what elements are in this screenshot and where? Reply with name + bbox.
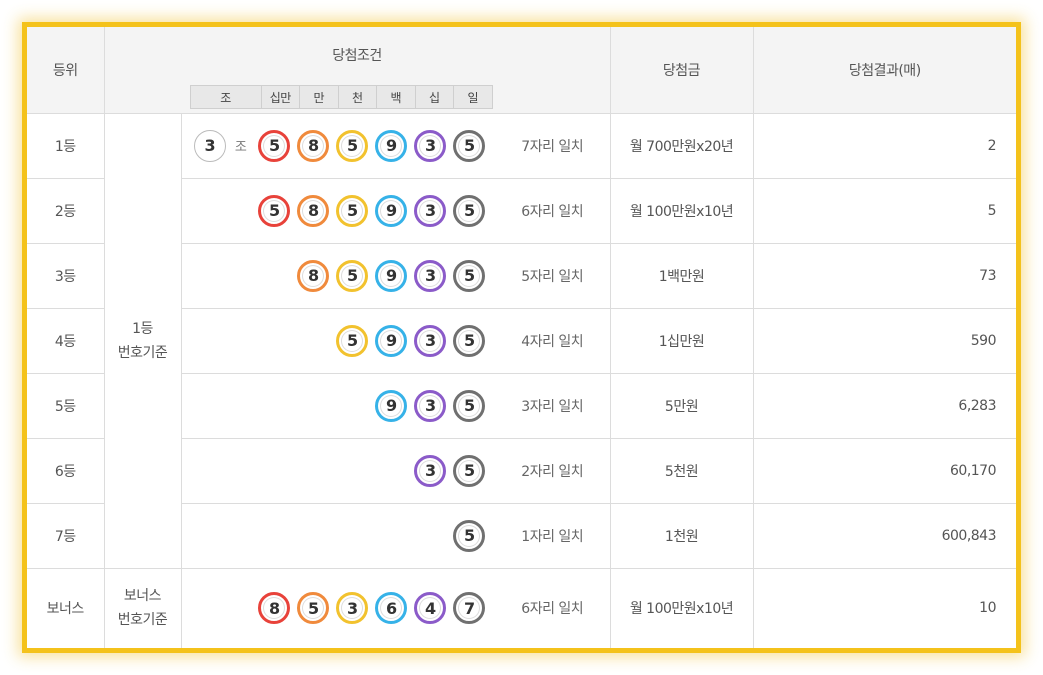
result-row: 1등 1등 번호기준 3 조 5 8 5 9 3 5 7자리 일치 월 700만원x20년 2 [27, 112, 1016, 569]
match-text: 7자리 일치 [521, 138, 584, 155]
count-cell: 590 [752, 307, 1016, 374]
unit-1: 일 [453, 86, 492, 108]
number-ball: 5 [453, 129, 486, 162]
rank-cell: 6등 [27, 437, 105, 504]
number-ball: 3 [414, 194, 447, 227]
match-text: 6자리 일치 [521, 601, 584, 618]
prize-cell: 1십만원 [609, 307, 754, 374]
number-ball: 9 [375, 194, 408, 227]
jo-ball: 3 [193, 129, 226, 162]
number-ball: 5 [453, 519, 486, 552]
count-cell: 2 [752, 112, 1016, 179]
header-prize: 당첨금 [609, 27, 754, 114]
number-ball: 3 [414, 454, 447, 487]
number-ball: 9 [375, 324, 408, 357]
lottery-result-frame: 등위 당첨조건 조 십만 만 천 백 십 일 당첨금 당첨결과(매) 1등 1등… [22, 22, 1021, 653]
unit-10: 십 [414, 86, 454, 108]
number-ball: 9 [375, 389, 408, 422]
count-cell: 60,170 [752, 437, 1016, 504]
unit-100: 백 [376, 86, 415, 108]
number-ball: 5 [453, 389, 486, 422]
prize-cell: 5천원 [609, 437, 754, 504]
match-text: 3자리 일치 [521, 398, 584, 415]
number-ball: 5 [453, 324, 486, 357]
header-condition-title: 당첨조건 [332, 48, 382, 64]
number-ball: 5 [336, 324, 369, 357]
prize-cell: 1천원 [609, 502, 754, 569]
number-ball: 5 [336, 129, 369, 162]
bonus-row: 보너스 보너스 번호기준 8 5 3 6 4 7 6자리 일치 월 100만원x10년 10 [27, 567, 1016, 648]
number-ball: 3 [414, 389, 447, 422]
bonus-count-cell: 10 [752, 567, 1016, 648]
count-cell: 5 [752, 177, 1016, 244]
table-header-row: 등위 당첨조건 조 십만 만 천 백 십 일 당첨금 당첨결과(매) [27, 27, 1016, 114]
number-ball: 3 [414, 259, 447, 292]
number-ball: 9 [375, 129, 408, 162]
unit-100k: 십만 [260, 86, 300, 108]
number-ball: 5 [258, 129, 291, 162]
header-condition: 당첨조건 조 십만 만 천 백 십 일 [103, 27, 611, 114]
number-ball: 5 [297, 592, 330, 625]
header-count: 당첨결과(매) [752, 27, 1016, 114]
header-rank: 등위 [27, 27, 105, 114]
rank-cell: 3등 [27, 242, 105, 309]
number-ball: 8 [297, 259, 330, 292]
bonus-rank-cell: 보너스 [27, 567, 105, 648]
balls-cell: 3 조 5 8 5 9 3 5 7자리 일치 [180, 112, 611, 179]
jo-label: 조 [234, 140, 247, 155]
count-cell: 6,283 [752, 372, 1016, 439]
rank-cell: 2등 [27, 177, 105, 244]
number-ball: 3 [336, 592, 369, 625]
count-cell: 600,843 [752, 502, 1016, 569]
balls-cell: 9 3 5 3자리 일치 [180, 372, 611, 439]
count-cell: 73 [752, 242, 1016, 309]
match-text: 4자리 일치 [521, 333, 584, 350]
prize-cell: 1백만원 [609, 242, 754, 309]
bonus-balls-cell: 8 5 3 6 4 7 6자리 일치 [180, 567, 611, 648]
prize-cell: 5만원 [609, 372, 754, 439]
winning-result-table: 등위 당첨조건 조 십만 만 천 백 십 일 당첨금 당첨결과(매) 1등 1등… [27, 27, 1016, 648]
number-ball: 6 [375, 592, 408, 625]
rank-cell: 7등 [27, 502, 105, 569]
basis-main-line1: 1등 [132, 320, 153, 337]
balls-cell: 8 5 9 3 5 5자리 일치 [180, 242, 611, 309]
basis-bonus-line2: 번호기준 [117, 612, 168, 629]
basis-main-cell: 1등번호기준 [103, 112, 182, 569]
unit-1000: 천 [337, 86, 377, 108]
number-ball: 9 [375, 259, 408, 292]
number-ball: 5 [336, 194, 369, 227]
number-ball: 3 [414, 129, 447, 162]
balls-cell: 5 9 3 5 4자리 일치 [180, 307, 611, 374]
number-ball: 8 [258, 592, 291, 625]
balls-cell: 3 5 2자리 일치 [180, 437, 611, 504]
bonus-prize-cell: 월 100만원x10년 [609, 567, 754, 648]
basis-bonus-cell: 보너스번호기준 [103, 567, 182, 648]
number-ball: 7 [453, 592, 486, 625]
unit-jo: 조 [220, 90, 231, 105]
match-text: 5자리 일치 [521, 268, 584, 285]
match-text: 1자리 일치 [521, 528, 584, 545]
match-text: 2자리 일치 [521, 463, 584, 480]
prize-cell: 월 100만원x10년 [609, 177, 754, 244]
balls-cell: 5 8 5 9 3 5 6자리 일치 [180, 177, 611, 244]
basis-bonus-line1: 보너스 [123, 588, 162, 605]
digit-unit-bar: 조 십만 만 천 백 십 일 [189, 85, 493, 109]
unit-10k: 만 [299, 86, 338, 108]
number-ball: 3 [414, 324, 447, 357]
rank-cell: 1등 [27, 112, 105, 179]
rank-cell: 5등 [27, 372, 105, 439]
basis-main-line2: 번호기준 [117, 344, 168, 361]
number-ball: 5 [336, 259, 369, 292]
number-ball: 4 [414, 592, 447, 625]
number-ball: 5 [258, 194, 291, 227]
match-text: 6자리 일치 [521, 203, 584, 220]
prize-cell: 월 700만원x20년 [609, 112, 754, 179]
number-ball: 5 [453, 194, 486, 227]
number-ball: 8 [297, 194, 330, 227]
number-ball: 5 [453, 454, 486, 487]
balls-cell: 5 1자리 일치 [180, 502, 611, 569]
number-ball: 5 [453, 259, 486, 292]
rank-cell: 4등 [27, 307, 105, 374]
number-ball: 8 [297, 129, 330, 162]
